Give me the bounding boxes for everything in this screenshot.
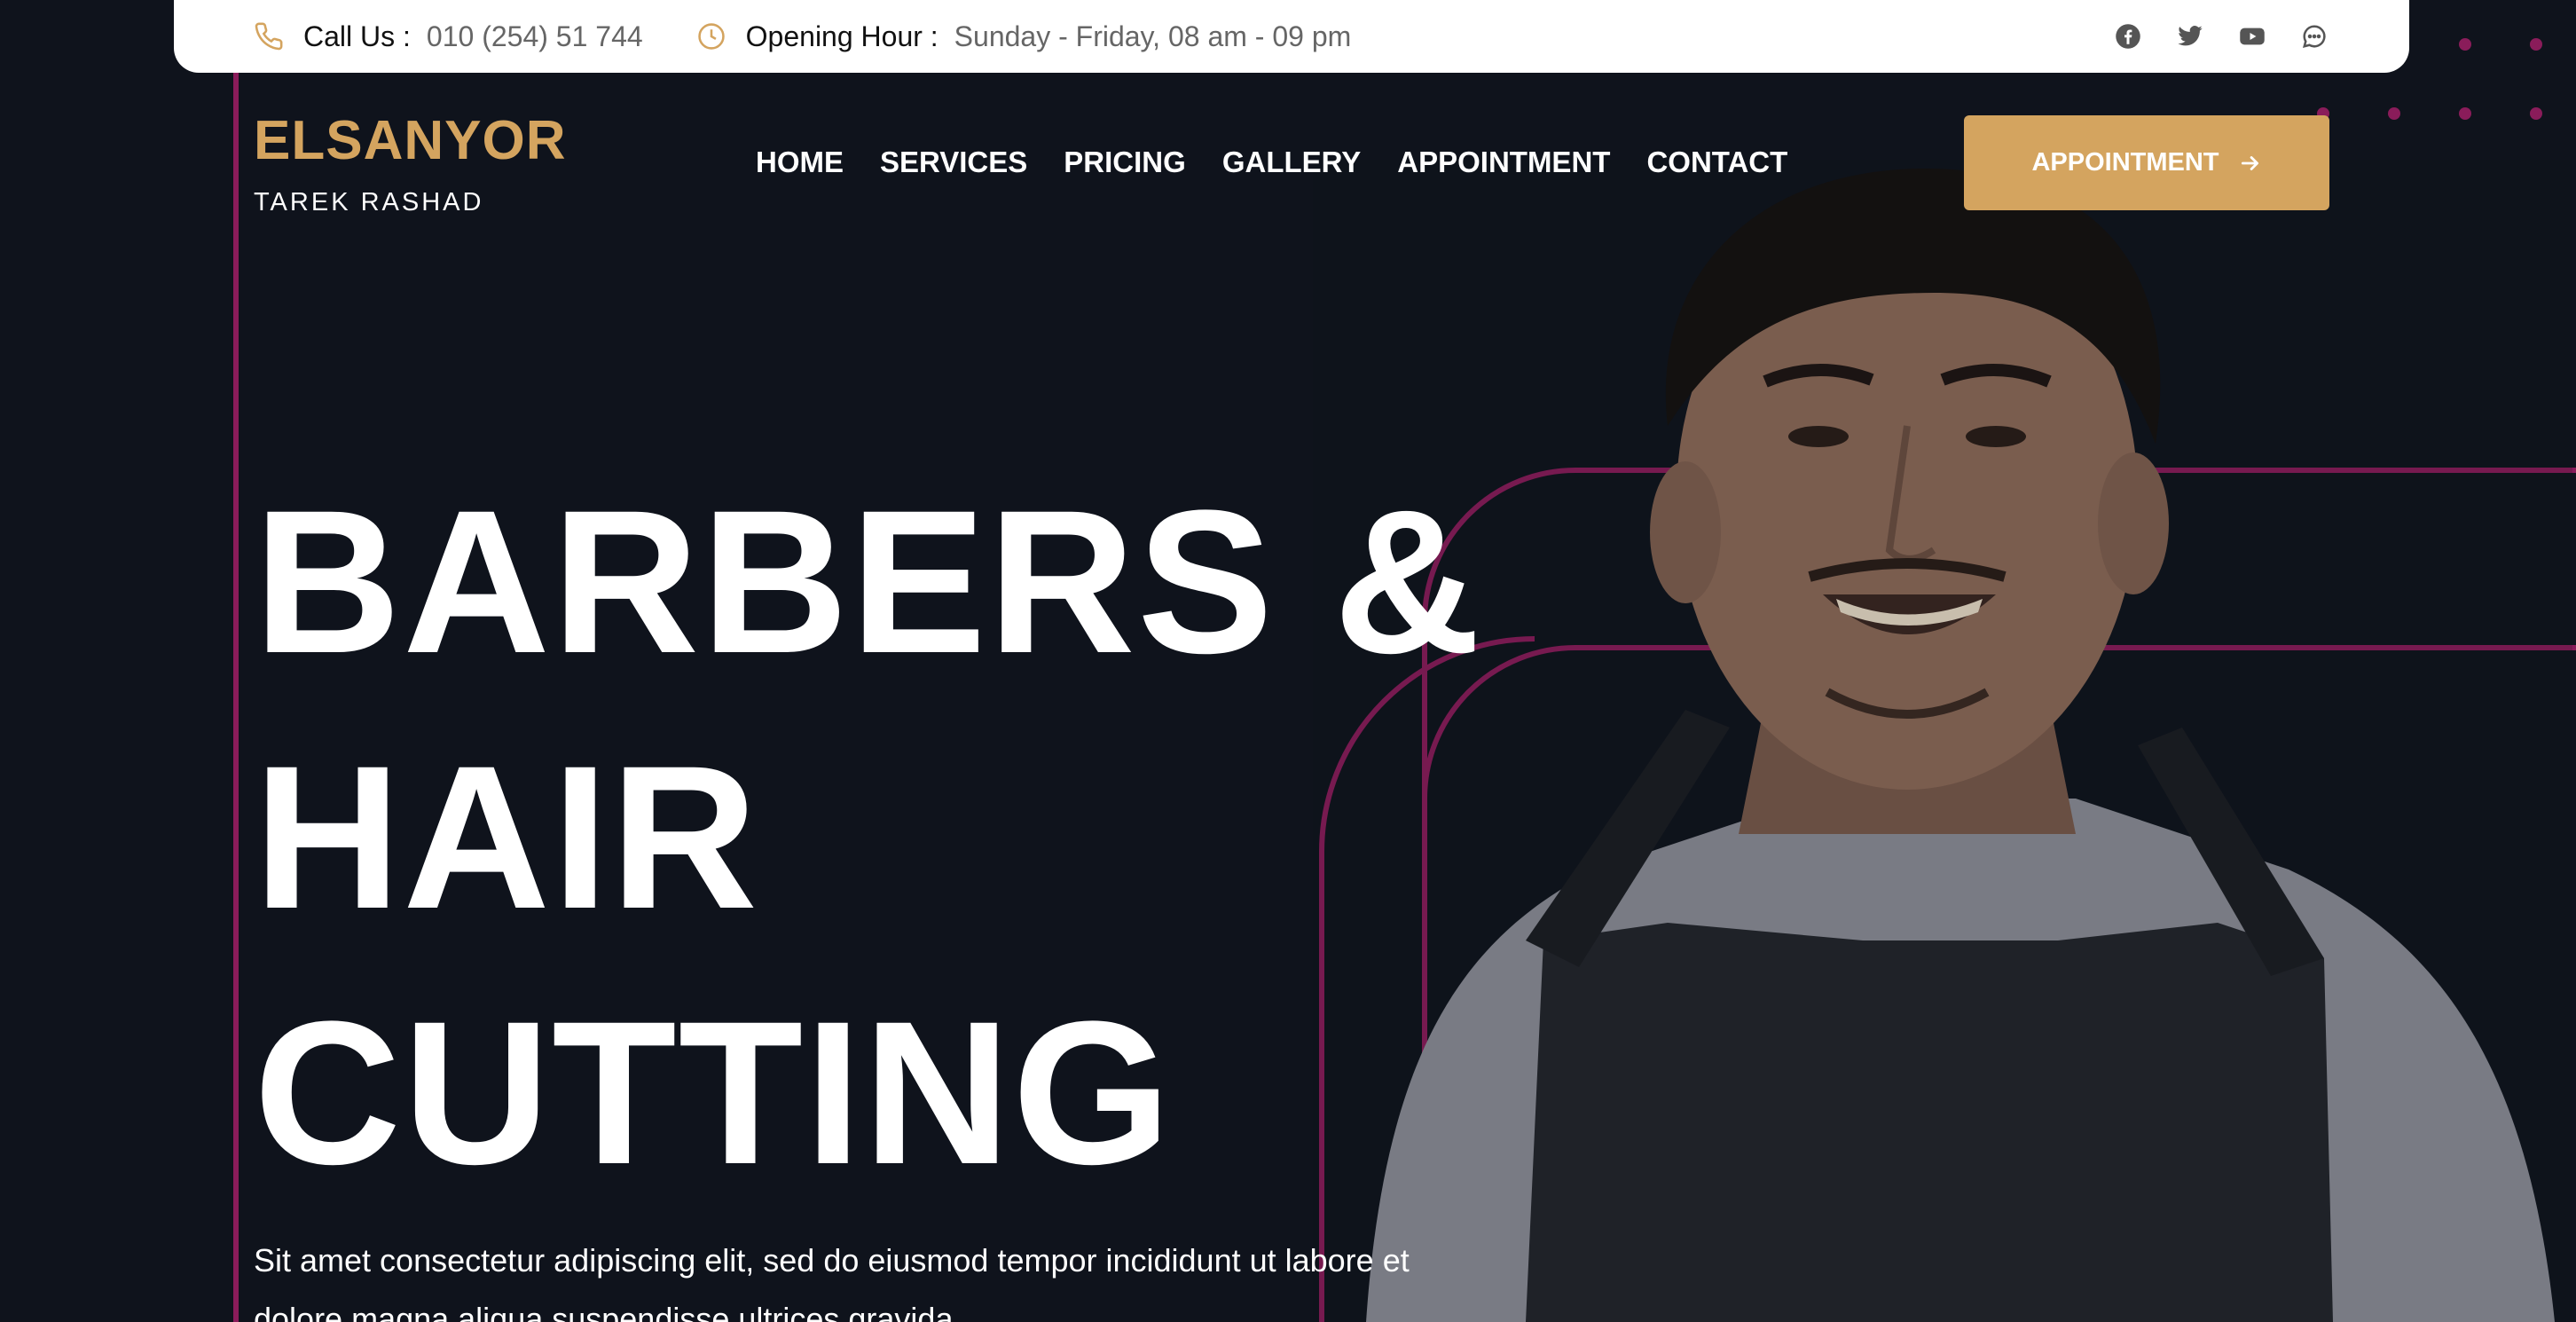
brand-logo[interactable]: ELSANYOR TAREK RASHAD — [254, 114, 566, 217]
hero-title-line-3: CUTTING — [254, 979, 1174, 1207]
nav-item-services[interactable]: SERVICES — [880, 146, 1027, 179]
hours-value: Sunday - Friday, 08 am - 09 pm — [954, 20, 1352, 52]
facebook-icon[interactable] — [2113, 21, 2143, 51]
top-info-bar: Call Us : 010 (254) 51 744 Opening Hour … — [174, 0, 2409, 73]
appointment-button[interactable]: APPOINTMENT — [1964, 115, 2329, 210]
hours-label: Opening Hour : — [745, 20, 939, 52]
main-nav: HOME SERVICES PRICING GALLERY APPOINTMEN… — [756, 146, 1787, 179]
nav-item-appointment[interactable]: APPOINTMENT — [1397, 146, 1610, 179]
nav-item-home[interactable]: HOME — [756, 146, 844, 179]
hero-title-line-2: HAIR — [254, 723, 760, 951]
nav-item-pricing[interactable]: PRICING — [1064, 146, 1186, 179]
brand-tagline: TAREK RASHAD — [254, 188, 484, 216]
phone-icon — [254, 21, 284, 51]
call-number[interactable]: 010 (254) 51 744 — [427, 20, 643, 53]
arrow-right-icon — [2239, 152, 2262, 175]
barber-portrait — [1313, 160, 2572, 1322]
page: Call Us : 010 (254) 51 744 Opening Hour … — [0, 0, 2576, 1322]
social-links — [2113, 21, 2329, 51]
appointment-button-label: APPOINTMENT — [2031, 148, 2219, 177]
vertical-accent-line — [233, 73, 239, 1322]
hero-description: Sit amet consectetur adipiscing elit, se… — [254, 1242, 1410, 1322]
chat-icon[interactable] — [2299, 21, 2329, 51]
brand-name: ELSANYOR — [254, 110, 567, 171]
twitter-icon[interactable] — [2175, 21, 2205, 51]
nav-item-contact[interactable]: CONTACT — [1646, 146, 1787, 179]
hero-title-line-1: BARBERS & — [254, 468, 1483, 696]
youtube-icon[interactable] — [2237, 21, 2267, 51]
nav-item-gallery[interactable]: GALLERY — [1222, 146, 1361, 179]
hero-title: BARBERS & HAIR CUTTING — [254, 454, 1482, 1221]
clock-icon — [696, 21, 726, 51]
call-info: Call Us : 010 (254) 51 744 — [254, 20, 643, 53]
hours-info: Opening Hour : Sunday - Friday, 08 am - … — [696, 20, 1352, 53]
call-label: Call Us : — [303, 20, 411, 52]
